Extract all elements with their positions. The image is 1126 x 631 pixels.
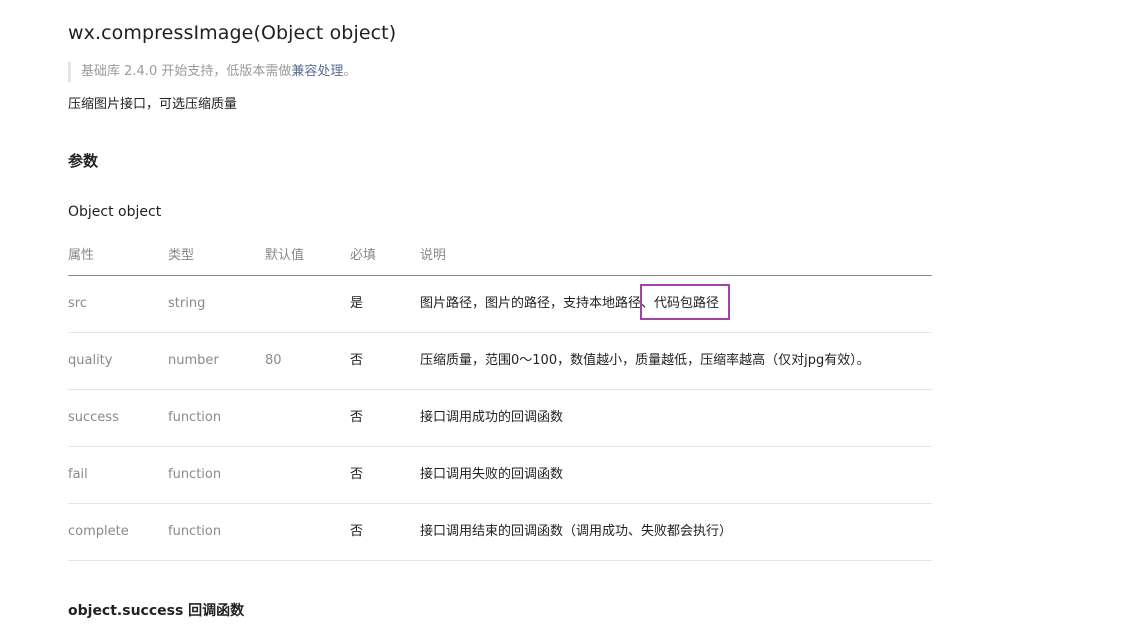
table-row: complete function 否 接口调用结束的回调函数（调用成功、失败都… — [68, 504, 932, 561]
param-description: 接口调用失败的回调函数 — [420, 467, 564, 482]
doc-page: wx.compressImage(Object object) 基础库 2.4.… — [0, 0, 1126, 631]
param-default: 80 — [265, 353, 282, 368]
version-note-suffix: 。 — [343, 64, 357, 79]
param-type: function — [168, 524, 222, 539]
header-description: 说明 — [420, 248, 447, 263]
page-title: wx.compressImage(Object object) — [68, 22, 397, 44]
table-row: quality number 80 否 压缩质量，范围0～100，数值越小，质量… — [68, 333, 932, 390]
param-description: 接口调用成功的回调函数 — [420, 410, 564, 425]
param-type: function — [168, 467, 222, 482]
header-attribute: 属性 — [68, 248, 95, 263]
param-name: complete — [68, 524, 129, 539]
header-type: 类型 — [168, 248, 195, 263]
params-table: 属性 类型 默认值 必填 说明 src string 是 图片路径，图片的路径，… — [68, 236, 932, 561]
compat-link[interactable]: 兼容处理 — [291, 64, 343, 79]
param-required: 否 — [350, 524, 364, 539]
table-row: fail function 否 接口调用失败的回调函数 — [68, 447, 932, 504]
version-note: 基础库 2.4.0 开始支持，低版本需做兼容处理。 — [68, 62, 356, 82]
highlight-box — [640, 284, 730, 320]
header-required: 必填 — [350, 248, 377, 263]
header-default: 默认值 — [265, 248, 305, 263]
param-name: success — [68, 410, 119, 425]
table-row: src string 是 图片路径，图片的路径，支持本地路径、代码包路径 — [68, 276, 932, 333]
table-row: success function 否 接口调用成功的回调函数 — [68, 390, 932, 447]
object-heading: Object object — [68, 204, 162, 220]
success-callback-heading: object.success 回调函数 — [68, 603, 245, 619]
param-name: src — [68, 296, 87, 311]
param-required: 否 — [350, 353, 364, 368]
param-required: 是 — [350, 296, 364, 311]
version-note-text: 基础库 2.4.0 开始支持，低版本需做 — [81, 64, 292, 79]
param-type: number — [168, 353, 219, 368]
param-type: function — [168, 410, 222, 425]
api-description: 压缩图片接口，可选压缩质量 — [68, 97, 238, 112]
param-required: 否 — [350, 410, 364, 425]
params-heading: 参数 — [68, 152, 99, 170]
param-name: quality — [68, 353, 113, 368]
param-description: 接口调用结束的回调函数（调用成功、失败都会执行） — [420, 524, 733, 539]
param-name: fail — [68, 467, 88, 482]
param-required: 否 — [350, 467, 364, 482]
table-header: 属性 类型 默认值 必填 说明 — [68, 236, 932, 276]
param-description: 压缩质量，范围0～100，数值越小，质量越低，压缩率越高（仅对jpg有效）。 — [420, 353, 870, 368]
param-type: string — [168, 296, 206, 311]
